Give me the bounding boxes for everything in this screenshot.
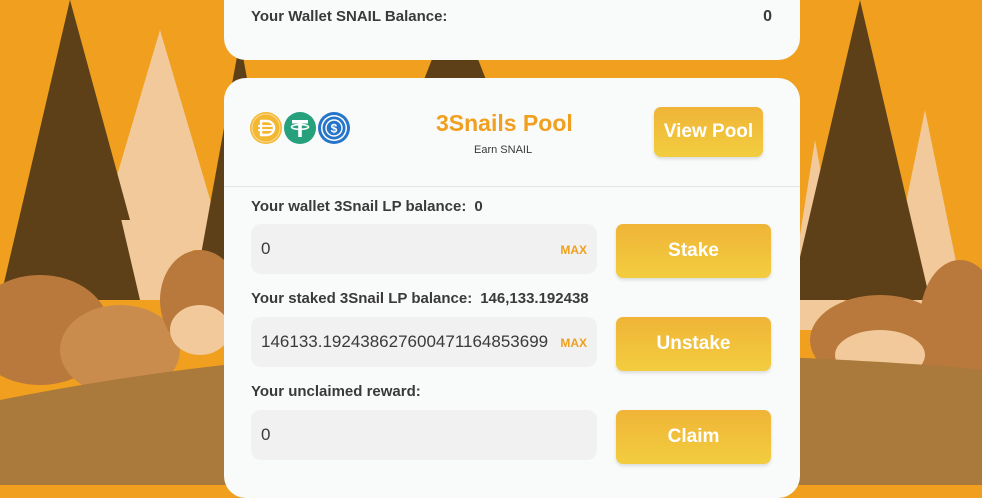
pool-subtitle: Earn SNAIL — [474, 144, 533, 156]
usdc-icon: $ — [318, 112, 350, 144]
staked-lp-balance-row: Your staked 3Snail LP balance: 146,133.19… — [251, 290, 589, 307]
wallet-balance-card: Your Wallet SNAIL Balance: 0 — [224, 0, 800, 60]
wallet-lp-balance-value: 0 — [474, 198, 483, 215]
unstake-button[interactable]: Unstake — [616, 317, 771, 371]
pool-card: $ 3Snails Pool Earn SNAIL View Pool Your… — [224, 78, 800, 498]
stake-button[interactable]: Stake — [616, 224, 771, 278]
pool-coins: $ — [250, 112, 352, 144]
staked-lp-balance-label: Your staked 3Snail LP balance: — [251, 290, 473, 307]
unclaimed-reward-value: 0 — [261, 425, 271, 444]
dai-icon — [250, 112, 282, 144]
staked-lp-balance-value: 146,133.192438 — [480, 290, 589, 307]
view-pool-button[interactable]: View Pool — [654, 107, 763, 157]
usdt-icon — [284, 112, 316, 144]
stake-amount-input[interactable]: 0 MAX — [251, 224, 597, 274]
svg-text:$: $ — [331, 122, 338, 136]
unstake-max-button[interactable]: MAX — [560, 336, 587, 350]
claim-button[interactable]: Claim — [616, 410, 771, 464]
unclaimed-reward-label: Your unclaimed reward: — [251, 383, 421, 400]
stake-max-button[interactable]: MAX — [560, 243, 587, 257]
claim-amount-field: 0 — [251, 410, 597, 460]
wallet-snail-balance-value: 0 — [763, 8, 772, 25]
unstake-amount-value: 146133.192438627600471164853699 — [261, 332, 549, 351]
wallet-lp-balance-row: Your wallet 3Snail LP balance: 0 — [251, 198, 483, 215]
stake-amount-value: 0 — [261, 239, 271, 258]
divider — [224, 186, 800, 187]
unstake-amount-input[interactable]: 146133.192438627600471164853699 MAX — [251, 317, 597, 367]
wallet-snail-balance-label: Your Wallet SNAIL Balance: — [251, 8, 448, 25]
pool-title: 3Snails Pool — [436, 110, 573, 136]
wallet-lp-balance-label: Your wallet 3Snail LP balance: — [251, 198, 467, 215]
